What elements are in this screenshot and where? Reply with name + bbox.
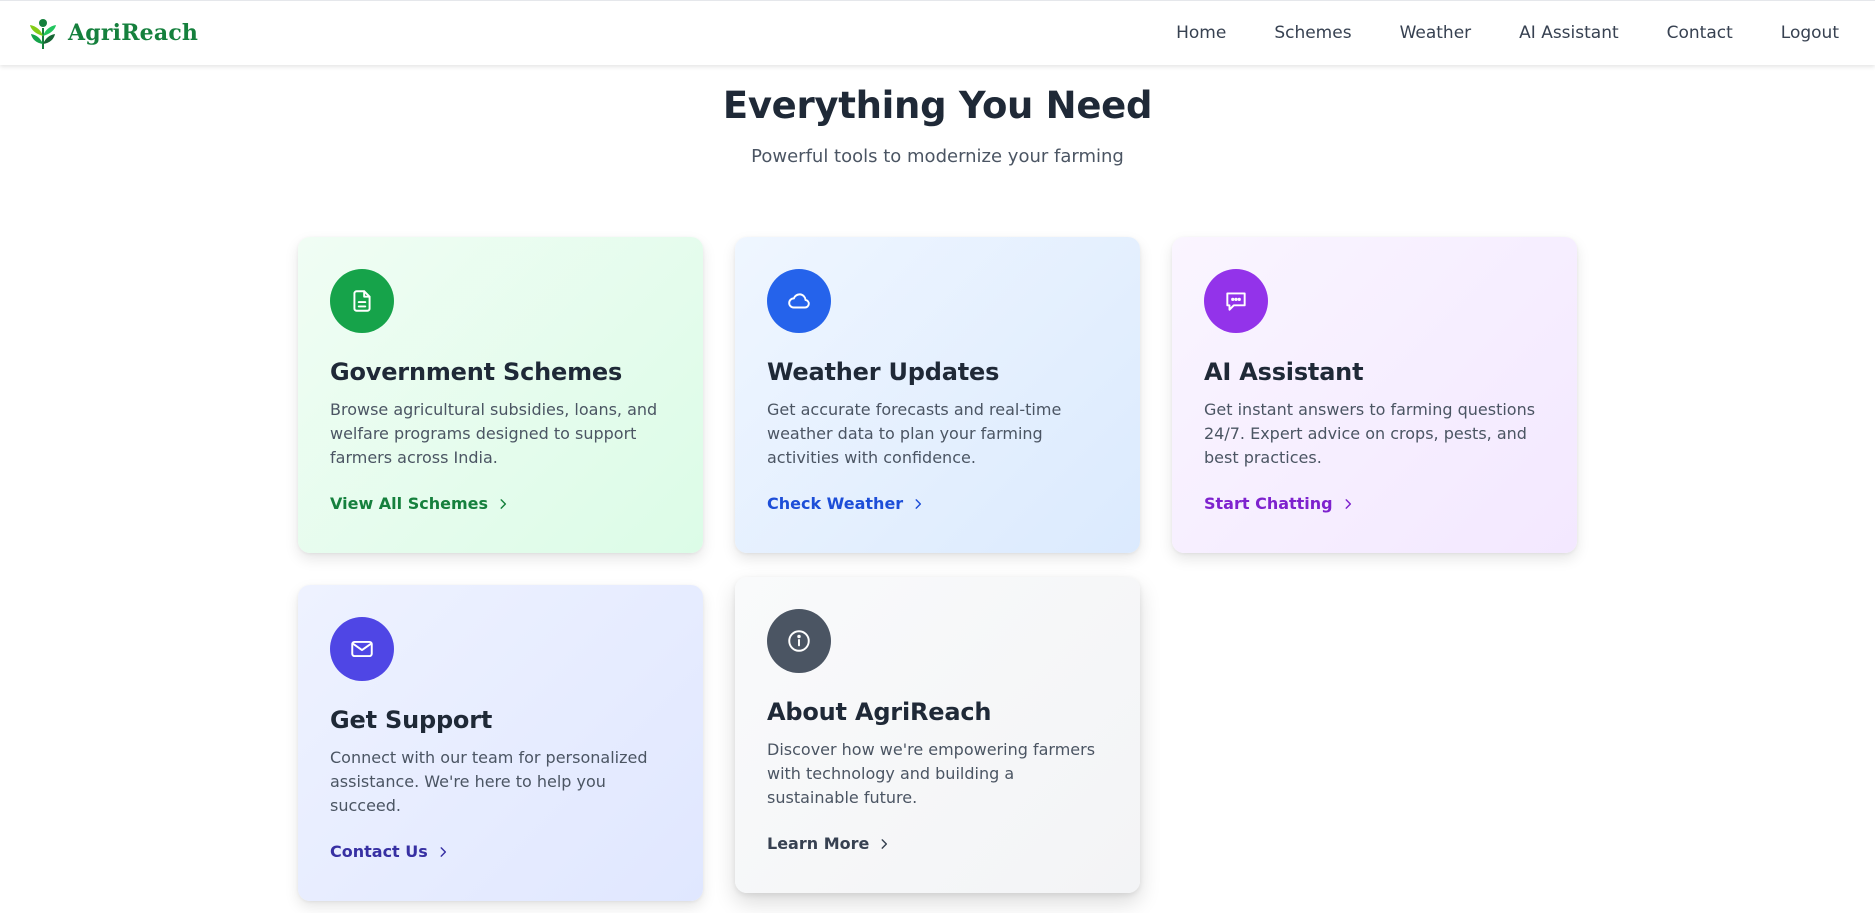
- mail-icon: [330, 617, 394, 681]
- chat-icon: [1204, 269, 1268, 333]
- card-title: AI Assistant: [1204, 358, 1364, 386]
- link-label: Start Chatting: [1204, 494, 1333, 513]
- main-nav: Home Schemes Weather AI Assistant Contac…: [1152, 1, 1839, 65]
- card-description: Connect with our team for personalized a…: [330, 748, 648, 815]
- nav-home[interactable]: Home: [1152, 23, 1250, 43]
- cloud-icon: [767, 269, 831, 333]
- card-title: Weather Updates: [767, 358, 1000, 386]
- nav-schemes[interactable]: Schemes: [1250, 23, 1375, 43]
- card-ai-assistant: AI Assistant Get instant answers to farm…: [1172, 237, 1577, 553]
- info-icon: [767, 609, 831, 673]
- card-government-schemes: Government Schemes Browse agricultural s…: [298, 237, 703, 553]
- nav-contact[interactable]: Contact: [1643, 23, 1757, 43]
- card-weather-updates: Weather Updates Get accurate forecasts a…: [735, 237, 1140, 553]
- sprout-logo-icon: [30, 19, 56, 49]
- chevron-right-icon: [881, 838, 888, 849]
- view-all-schemes-link[interactable]: View All Schemes: [330, 494, 510, 513]
- section-subtitle: Powerful tools to modernize your farming: [751, 146, 1124, 167]
- card-get-support: Get Support Connect with our team for pe…: [298, 585, 703, 901]
- nav-logout[interactable]: Logout: [1757, 23, 1839, 43]
- link-label: Contact Us: [330, 842, 428, 861]
- card-description: Browse agricultural subsidies, loans, an…: [330, 400, 658, 467]
- nav-weather[interactable]: Weather: [1376, 23, 1496, 43]
- chevron-right-icon: [1345, 498, 1351, 509]
- link-label: Learn More: [767, 834, 870, 853]
- card-title: About AgriReach: [767, 698, 992, 726]
- link-label: Check Weather: [767, 494, 904, 513]
- card-title: Get Support: [330, 706, 493, 734]
- brand-logo-link[interactable]: AgriReach: [28, 15, 198, 51]
- top-navbar: AgriReach Home Schemes Weather AI Assist…: [0, 0, 1875, 65]
- card-about-agrireach: About AgriReach Discover how we're empow…: [735, 577, 1140, 893]
- card-title: Government Schemes: [330, 358, 623, 386]
- chevron-right-icon: [500, 498, 507, 509]
- card-description: Get instant answers to farming questions…: [1204, 400, 1536, 467]
- chevron-right-icon: [915, 498, 922, 509]
- section-title: Everything You Need: [722, 84, 1153, 127]
- brand-name: AgriReach: [68, 20, 199, 46]
- learn-more-link[interactable]: Learn More: [767, 834, 891, 853]
- card-description: Discover how we're empowering farmers wi…: [767, 740, 1096, 807]
- start-chatting-link[interactable]: Start Chatting: [1204, 494, 1355, 513]
- contact-us-link[interactable]: Contact Us: [330, 842, 450, 861]
- chevron-right-icon: [440, 846, 446, 857]
- check-weather-link[interactable]: Check Weather: [767, 494, 925, 513]
- nav-ai-assistant[interactable]: AI Assistant: [1495, 23, 1643, 43]
- card-description: Get accurate forecasts and real-time wea…: [767, 400, 1062, 467]
- document-icon: [330, 269, 394, 333]
- link-label: View All Schemes: [330, 494, 489, 513]
